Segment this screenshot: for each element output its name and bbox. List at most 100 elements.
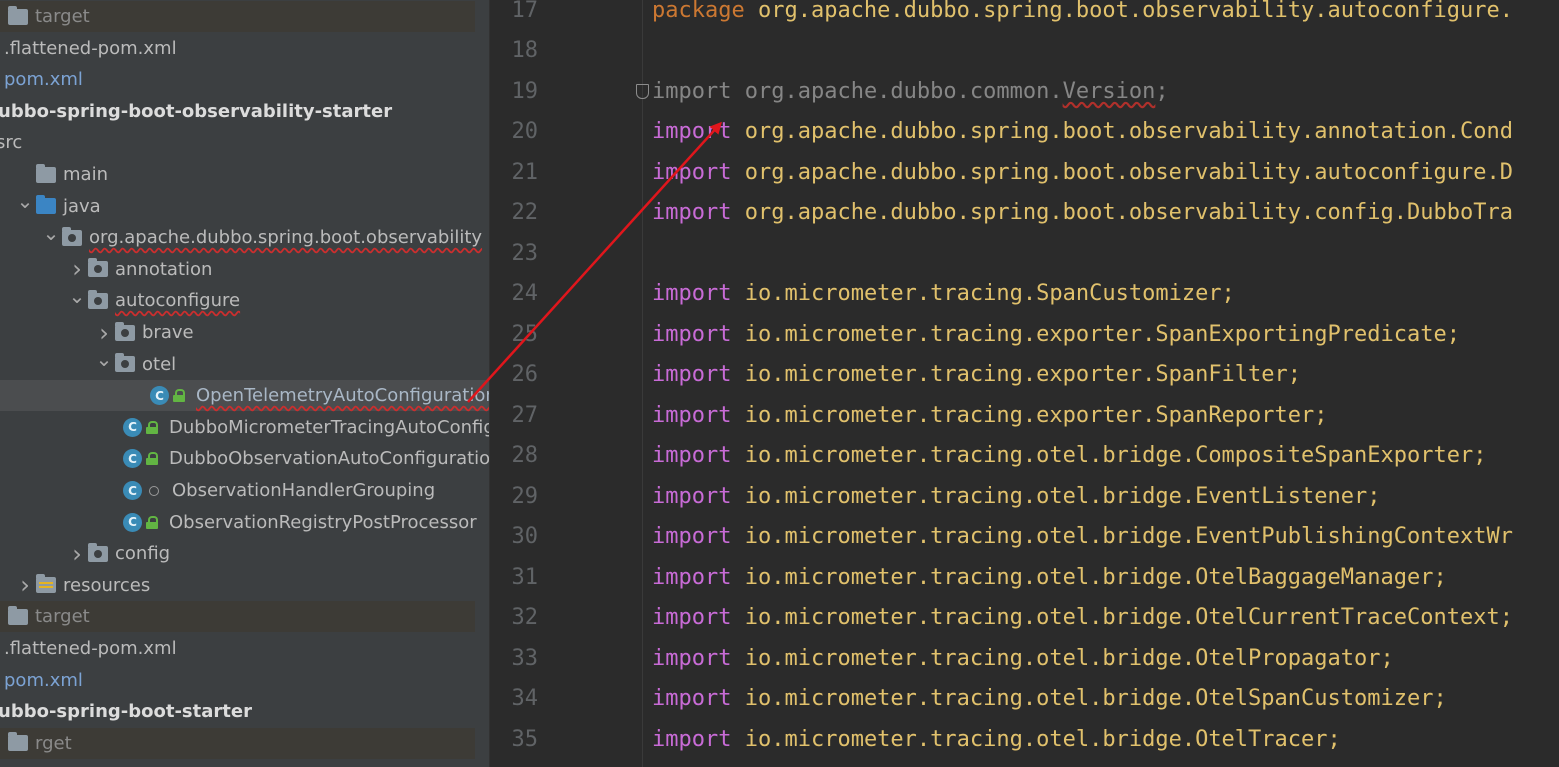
code-text: import io.micrometer.tracing.otel.bridge… (652, 727, 1341, 752)
chevron-down-icon[interactable]: ⌄ (14, 190, 36, 212)
code-tail: ; (1155, 78, 1169, 104)
project-tree-panel: target .flattened-pom.xml pom.xml ubbo-spri… (0, 0, 490, 767)
chevron-down-icon[interactable]: ⌄ (93, 348, 115, 370)
tree-row[interactable]: target (0, 601, 475, 633)
tree-row[interactable]: C DubboMicrometerTracingAutoConfig (0, 412, 489, 443)
code-line[interactable]: 18 (490, 31, 1559, 71)
tree-item-label: brave (142, 322, 194, 343)
tree-row[interactable]: ⌄ org.apache.dubbo.spring.boot.observabil… (0, 222, 489, 253)
chevron-right-icon[interactable]: › (66, 542, 88, 566)
code-text: import org.apache.dubbo.spring.boot.obse… (652, 200, 1513, 225)
folder-icon (8, 605, 28, 625)
code-text: import io.micrometer.tracing.otel.bridge… (652, 565, 1447, 590)
tree-row[interactable]: C ObservationHandlerGrouping (0, 475, 489, 506)
code-body: io.micrometer.tracing.otel.bridge.OtelBa… (744, 564, 1447, 590)
code-line[interactable]: 32 import io.micrometer.tracing.otel.brid… (490, 598, 1559, 638)
code-line[interactable]: 24 import io.micrometer.tracing.SpanCusto… (490, 274, 1559, 314)
tree-item-label: org.apache.dubbo.spring.boot.observabili… (89, 227, 483, 249)
chevron-right-icon[interactable]: › (93, 321, 115, 345)
code-text: import org.apache.dubbo.spring.boot.obse… (652, 160, 1513, 185)
tree-row[interactable]: pom.xml (0, 64, 483, 95)
line-number: 32 (511, 605, 539, 630)
keyword: import (652, 321, 732, 347)
code-text: import io.micrometer.tracing.otel.bridge… (652, 443, 1486, 468)
package-folder-icon (115, 321, 135, 341)
code-line[interactable]: 19 import org.apache.dubbo.common.Version… (490, 71, 1559, 111)
class-c-icon: C (123, 481, 142, 500)
tree-item-label: autoconfigure (115, 290, 241, 312)
code-line[interactable]: 25 import io.micrometer.tracing.exporter.… (490, 314, 1559, 354)
tree-row[interactable]: ubbo-spring-boot-starter (0, 696, 487, 727)
code-text: import io.micrometer.tracing.otel.bridge… (652, 484, 1381, 509)
code-line[interactable]: 23 (490, 233, 1559, 273)
code-line[interactable]: 34 import io.micrometer.tracing.otel.brid… (490, 679, 1559, 719)
lock-icon (146, 420, 158, 434)
code-editor[interactable]: 17 package org.apache.dubbo.spring.boot.o… (490, 0, 1559, 767)
chevron-right-icon[interactable]: › (14, 573, 36, 597)
code-body: io.micrometer.tracing.exporter.SpanFilte… (744, 362, 1302, 387)
keyword: import (652, 686, 732, 711)
tree-row[interactable]: ubbo-spring-boot-observability-starter (0, 96, 487, 127)
code-line[interactable]: 26 import io.micrometer.tracing.exporter.… (490, 355, 1559, 395)
keyword: import (652, 564, 732, 590)
keyword: package (652, 0, 745, 23)
tree-row[interactable]: C DubboObservationAutoConfiguration (0, 443, 489, 474)
code-body: io.micrometer.tracing.otel.bridge.Compos… (744, 443, 1487, 468)
lock-icon (173, 389, 185, 403)
tree-row[interactable]: main (0, 159, 489, 190)
line-number: 28 (511, 443, 539, 468)
code-body: org.apache.dubbo.spring.boot.observabili… (744, 119, 1513, 144)
code-body: org.apache.dubbo.common. (744, 78, 1063, 104)
code-body: io.micrometer.tracing.otel.bridge.OtelTr… (744, 726, 1341, 752)
code-line[interactable]: 20 import org.apache.dubbo.spring.boot.ob… (490, 112, 1559, 152)
code-line[interactable]: 22 import org.apache.dubbo.spring.boot.ob… (490, 193, 1559, 233)
code-text: import io.micrometer.tracing.otel.bridge… (652, 686, 1447, 711)
tree-row[interactable]: ⌄ java (0, 190, 489, 222)
code-body: io.micrometer.tracing.otel.bridge.OtelCu… (744, 605, 1513, 630)
tree-item-label: otel (142, 353, 177, 375)
tree-row[interactable]: target (0, 1, 475, 32)
code-line[interactable]: 28 import io.micrometer.tracing.otel.brid… (490, 436, 1559, 476)
keyword: import (652, 443, 732, 468)
tree-row[interactable]: › resources (0, 570, 489, 601)
tree-item-label: ObservationHandlerGrouping (172, 480, 436, 501)
tree-row[interactable]: .flattened-pom.xml (0, 33, 483, 64)
tree-row[interactable]: › brave (0, 317, 489, 348)
class-c-icon: C (150, 386, 169, 406)
code-line[interactable]: 29 import io.micrometer.tracing.otel.brid… (490, 476, 1559, 516)
code-line[interactable]: 21 import org.apache.dubbo.spring.boot.ob… (490, 152, 1559, 192)
line-number: 27 (511, 402, 539, 428)
tree-row[interactable]: › annotation (0, 254, 489, 285)
code-line[interactable]: 33 import io.micrometer.tracing.otel.brid… (490, 638, 1559, 678)
chevron-down-icon[interactable]: ⌄ (66, 285, 88, 307)
keyword: import (652, 119, 732, 144)
code-line[interactable]: 31 import io.micrometer.tracing.otel.brid… (490, 557, 1559, 597)
code-text: import io.micrometer.tracing.exporter.Sp… (652, 322, 1460, 347)
chevron-right-icon[interactable]: › (66, 257, 88, 281)
chevron-down-icon[interactable]: ⌄ (40, 222, 62, 244)
keyword: import (652, 605, 732, 630)
code-text: import io.micrometer.tracing.otel.bridge… (652, 524, 1513, 549)
tree-row[interactable]: pom.xml (0, 665, 483, 696)
tree-row[interactable]: C ObservationRegistryPostProcessor (0, 507, 489, 538)
tree-row[interactable]: .flattened-pom.xml (0, 633, 483, 664)
code-line[interactable]: 17 package org.apache.dubbo.spring.boot.o… (490, 0, 1559, 30)
code-text: import io.micrometer.tracing.exporter.Sp… (652, 403, 1328, 428)
tree-row[interactable]: ⌄ autoconfigure (0, 285, 489, 316)
code-line[interactable]: 35 import io.micrometer.tracing.otel.brid… (490, 719, 1559, 759)
tree-row[interactable]: C OpenTelemetryAutoConfiguration (0, 380, 489, 412)
line-number: 19 (511, 78, 539, 104)
tree-row[interactable]: ⌄ otel (0, 348, 489, 380)
code-line[interactable]: 27 import io.micrometer.tracing.exporter.… (490, 395, 1559, 435)
keyword: import (652, 402, 732, 428)
package-folder-icon (62, 226, 82, 246)
tree-item-label: pom.xml (4, 669, 83, 691)
code-line[interactable]: 30 import io.micrometer.tracing.otel.brid… (490, 517, 1559, 557)
tree-row[interactable]: › config (0, 538, 489, 569)
tree-row[interactable]: src (0, 127, 475, 158)
tree-item-label: ObservationRegistryPostProcessor (169, 511, 477, 533)
keyword: import (652, 200, 732, 225)
tree-row[interactable]: rget (0, 727, 475, 759)
